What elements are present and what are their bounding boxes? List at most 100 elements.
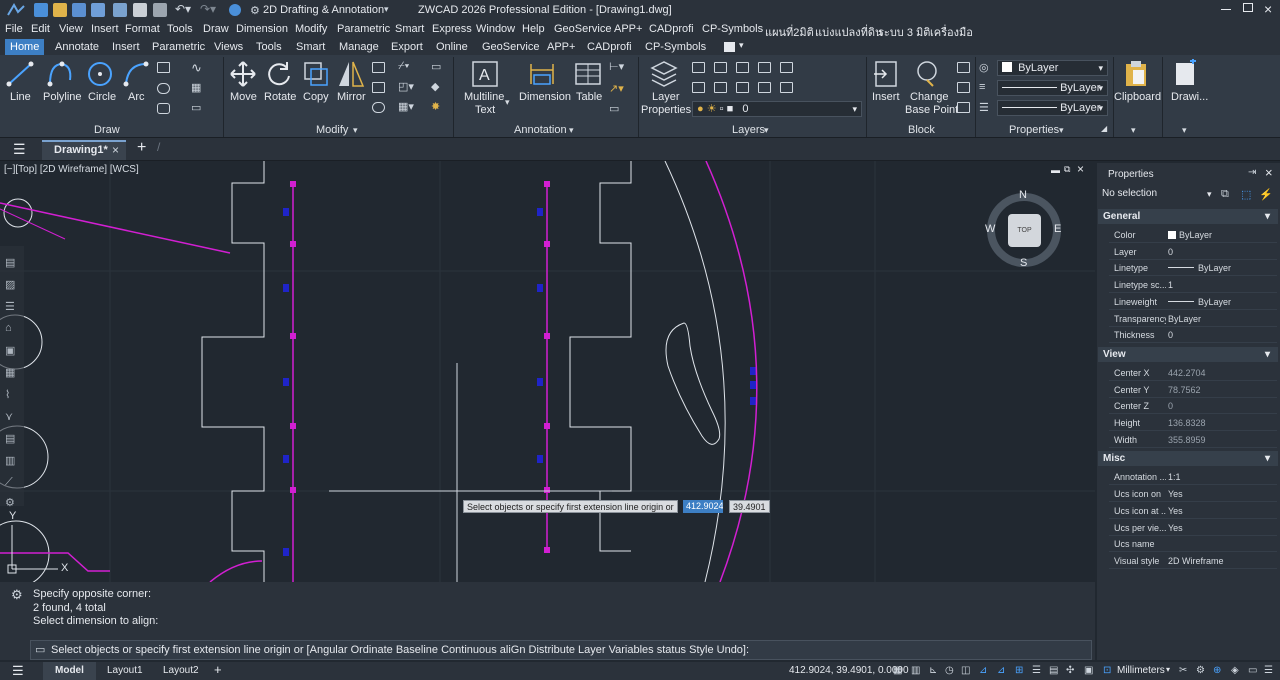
transparency-icon[interactable]: ▤: [1049, 665, 1058, 676]
compass-north[interactable]: N: [1019, 189, 1027, 201]
close-icon[interactable]: ×: [1264, 1, 1272, 17]
property-value[interactable]: ByLayer: [1168, 297, 1231, 307]
polar-icon[interactable]: ◷: [945, 665, 954, 676]
open-file-icon[interactable]: [53, 3, 67, 17]
color-dropdown[interactable]: ByLayer ▾: [997, 60, 1108, 76]
arc-button-label[interactable]: Arc: [128, 91, 145, 103]
ellipse-icon[interactable]: [157, 83, 170, 94]
add-layout-plus-icon[interactable]: +: [214, 662, 222, 677]
polyline-button-label[interactable]: Polyline: [43, 91, 82, 103]
layer-selector[interactable]: ● ☀ ▫ ■ 0 ▾: [692, 101, 862, 117]
select-objects-icon[interactable]: ⬚: [1241, 188, 1251, 201]
redo-icon[interactable]: ↷▾: [200, 2, 216, 16]
print-preview-icon[interactable]: [153, 3, 167, 17]
annotation-visibility-icon[interactable]: ▣: [1084, 665, 1093, 676]
layout-tab-model[interactable]: Model: [43, 662, 96, 680]
layout-tab-layout1[interactable]: Layout1: [107, 665, 143, 676]
hamburger-menu-icon[interactable]: ☰: [13, 141, 26, 158]
properties-section-general[interactable]: General ▾: [1098, 209, 1278, 224]
nav-realtime-icon[interactable]: ⌇: [5, 388, 10, 401]
units-dropdown-icon[interactable]: ▾: [1166, 665, 1170, 674]
fillet-icon[interactable]: ◰▾: [398, 80, 414, 93]
status-menu-icon[interactable]: ☰: [12, 663, 24, 679]
offset-icon[interactable]: [372, 102, 385, 113]
nav-pdf-icon[interactable]: ▥: [5, 454, 15, 467]
tab-parametric[interactable]: Parametric: [152, 41, 205, 53]
tab-views[interactable]: Views: [214, 41, 243, 53]
hardware-accel-icon[interactable]: ▭: [1248, 665, 1257, 676]
dynamic-input-y-field[interactable]: 39.4901: [729, 500, 770, 513]
layer-tool-5-icon[interactable]: [780, 62, 793, 73]
workspace-dropdown-icon[interactable]: ▾: [384, 4, 389, 15]
section-collapse-icon[interactable]: ▾: [1265, 347, 1270, 362]
save-as-icon[interactable]: [91, 3, 105, 17]
layer-properties-label-2[interactable]: Properties: [641, 104, 691, 116]
arc-icon[interactable]: [122, 60, 150, 88]
table-icon[interactable]: [574, 60, 602, 88]
workspace-selector[interactable]: 2D Drafting & Annotation: [263, 4, 384, 16]
drawing-canvas[interactable]: [−][Top] [2D Wireframe] [WCS] ▬ ⧉ × TOP …: [0, 161, 1095, 582]
property-value[interactable]: Yes: [1168, 523, 1183, 533]
otrack-icon[interactable]: ⊿: [979, 665, 987, 676]
layout-tab-layout2[interactable]: Layout2: [163, 665, 199, 676]
viewport-restore-icon[interactable]: ⧉: [1064, 164, 1070, 175]
table-button-label[interactable]: Table: [576, 91, 602, 103]
menu-modify[interactable]: Modify: [295, 23, 327, 35]
property-value[interactable]: Yes: [1168, 489, 1183, 499]
menu-dimension[interactable]: Dimension: [236, 23, 288, 35]
isolate-icon[interactable]: ◈: [1231, 665, 1239, 676]
trim-icon[interactable]: ⌿▾: [398, 60, 409, 73]
linetype-dropdown[interactable]: ByLayer ▾: [997, 80, 1108, 96]
explode-icon[interactable]: ✸: [431, 100, 440, 113]
leader-icon[interactable]: ↗▾: [609, 82, 624, 95]
erase-icon[interactable]: ▭: [431, 60, 441, 73]
lock-ui-icon[interactable]: ⊕: [1213, 665, 1221, 676]
clipboard-dropdown-icon[interactable]: ▾: [1131, 125, 1136, 136]
hatch-icon[interactable]: ▦: [191, 81, 201, 94]
compass-south[interactable]: S: [1020, 257, 1027, 269]
copy-icon[interactable]: [302, 60, 330, 88]
viewport-minimize-icon[interactable]: ▬: [1051, 165, 1060, 175]
block-attr-icon[interactable]: [957, 102, 970, 113]
menu-view[interactable]: View: [59, 23, 83, 35]
maximize-icon[interactable]: [1243, 3, 1253, 12]
customize-icon[interactable]: ☰: [1264, 665, 1273, 676]
tab-insert[interactable]: Insert: [112, 41, 140, 53]
property-value[interactable]: ByLayer: [1168, 314, 1201, 324]
tab-cp-symbols[interactable]: CP-Symbols: [645, 41, 706, 53]
property-value[interactable]: 0: [1168, 330, 1173, 340]
menu-express[interactable]: Express: [432, 23, 472, 35]
menu-app-plus[interactable]: APP+: [614, 23, 642, 35]
property-value[interactable]: 355.8959: [1168, 435, 1206, 445]
tab-online[interactable]: Online: [436, 41, 468, 53]
property-value[interactable]: ByLayer: [1168, 263, 1231, 273]
command-settings-icon[interactable]: ⚙: [11, 587, 23, 603]
layer-tool-9-icon[interactable]: [758, 82, 771, 93]
layer-tool-7-icon[interactable]: [714, 82, 727, 93]
change-base-point-icon[interactable]: [913, 60, 941, 88]
change-base-point-label-1[interactable]: Change: [910, 91, 949, 103]
nav-pan-icon[interactable]: ▤: [5, 256, 15, 269]
new-drawing-icon[interactable]: [1174, 59, 1198, 87]
annotation-panel-dropdown-icon[interactable]: ▾: [569, 125, 574, 136]
save-icon[interactable]: [72, 3, 86, 17]
properties-panel-dropdown-icon[interactable]: ▾: [1059, 125, 1064, 136]
new-tab-plus-icon[interactable]: +: [137, 139, 146, 157]
region-icon[interactable]: ▭: [191, 101, 201, 114]
layer-properties-icon[interactable]: [650, 60, 678, 88]
polygon-icon[interactable]: [157, 103, 170, 114]
circle-button-label[interactable]: Circle: [88, 91, 116, 103]
doc-tab-drawing1[interactable]: Drawing1* ×: [42, 140, 126, 160]
rectangle-icon[interactable]: [157, 62, 170, 73]
nav-previous-icon[interactable]: ▦: [5, 366, 15, 379]
menu-cp-symbols[interactable]: CP-Symbols: [702, 23, 763, 35]
lineweight-toggle-icon[interactable]: ☰: [1032, 665, 1041, 676]
properties-section-misc[interactable]: Misc ▾: [1098, 451, 1278, 467]
layer-tool-8-icon[interactable]: [736, 82, 749, 93]
dynamic-input-icon[interactable]: ⊞: [1015, 665, 1023, 676]
layer-tool-4-icon[interactable]: [758, 62, 771, 73]
section-collapse-icon[interactable]: ▾: [1265, 451, 1270, 466]
property-value[interactable]: 0: [1168, 401, 1173, 411]
dimension-button-label[interactable]: Dimension: [519, 91, 571, 103]
block-edit-icon[interactable]: [957, 62, 970, 73]
